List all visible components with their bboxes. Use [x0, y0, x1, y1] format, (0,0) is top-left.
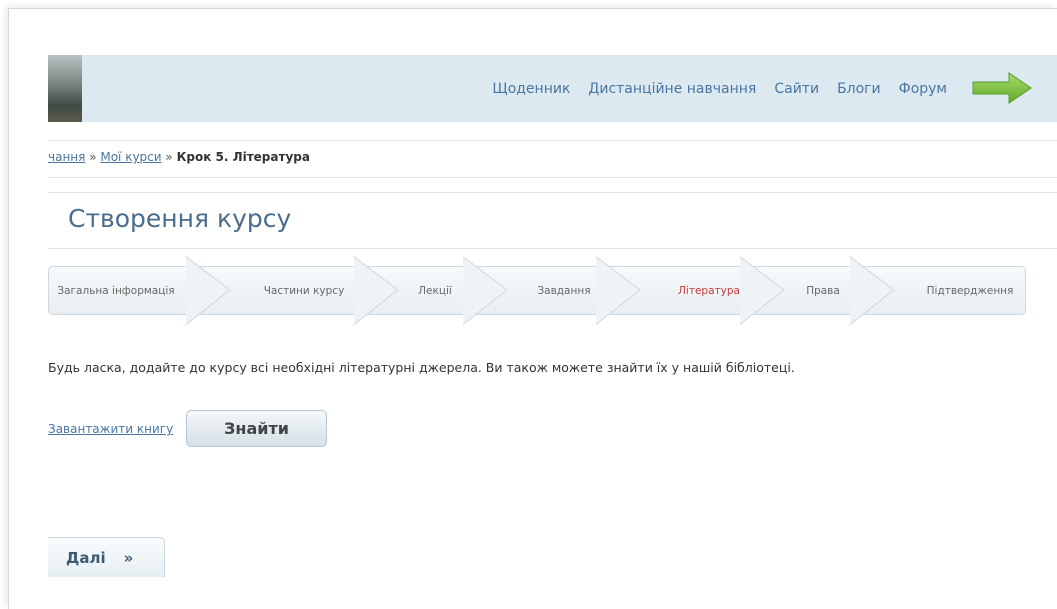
step-confirmation[interactable]: Підтвердження — [927, 256, 1014, 326]
divider — [48, 248, 1057, 249]
breadcrumb-separator: » — [165, 150, 173, 164]
wizard-steps: Загальна інформація Частини курсу Лекції… — [48, 256, 1027, 326]
breadcrumb-link-my-courses[interactable]: Мої курси — [100, 150, 161, 164]
find-button[interactable]: Знайти — [186, 410, 327, 447]
main-nav: Щоденник Дистанційне навчання Сайти Блог… — [492, 55, 947, 122]
arrow-right-icon[interactable] — [971, 71, 1033, 105]
instruction-text: Будь ласка, додайте до курсу всі необхід… — [48, 360, 795, 375]
nav-distance-learning[interactable]: Дистанційне навчання — [588, 81, 756, 97]
next-button[interactable]: Далі » — [48, 537, 165, 577]
divider — [48, 192, 1057, 193]
nav-diary[interactable]: Щоденник — [492, 81, 570, 97]
breadcrumb-current: Крок 5. Література — [176, 150, 310, 164]
step-assignments[interactable]: Завдання — [537, 256, 590, 326]
breadcrumb-link-learning[interactable]: чання — [48, 150, 85, 164]
step-general-info[interactable]: Загальна інформація — [57, 256, 174, 326]
nav-forum[interactable]: Форум — [899, 81, 947, 97]
nav-blogs[interactable]: Блоги — [837, 81, 881, 97]
step-rights[interactable]: Права — [806, 256, 840, 326]
site-header: Щоденник Дистанційне навчання Сайти Блог… — [48, 55, 1057, 122]
step-literature[interactable]: Література — [678, 256, 740, 326]
divider — [48, 140, 1057, 141]
site-logo[interactable] — [48, 55, 82, 122]
breadcrumb-separator: » — [89, 150, 97, 164]
upload-book-link[interactable]: Завантажити книгу — [48, 422, 173, 436]
breadcrumb: чання » Мої курси » Крок 5. Література — [48, 150, 310, 164]
step-course-parts[interactable]: Частини курсу — [264, 256, 345, 326]
next-arrow-icon: » — [123, 548, 134, 567]
nav-sites[interactable]: Сайти — [774, 81, 819, 97]
divider — [48, 177, 1057, 178]
step-lectures[interactable]: Лекції — [418, 256, 452, 326]
page-title: Створення курсу — [68, 204, 292, 233]
next-button-label: Далі — [66, 548, 106, 567]
